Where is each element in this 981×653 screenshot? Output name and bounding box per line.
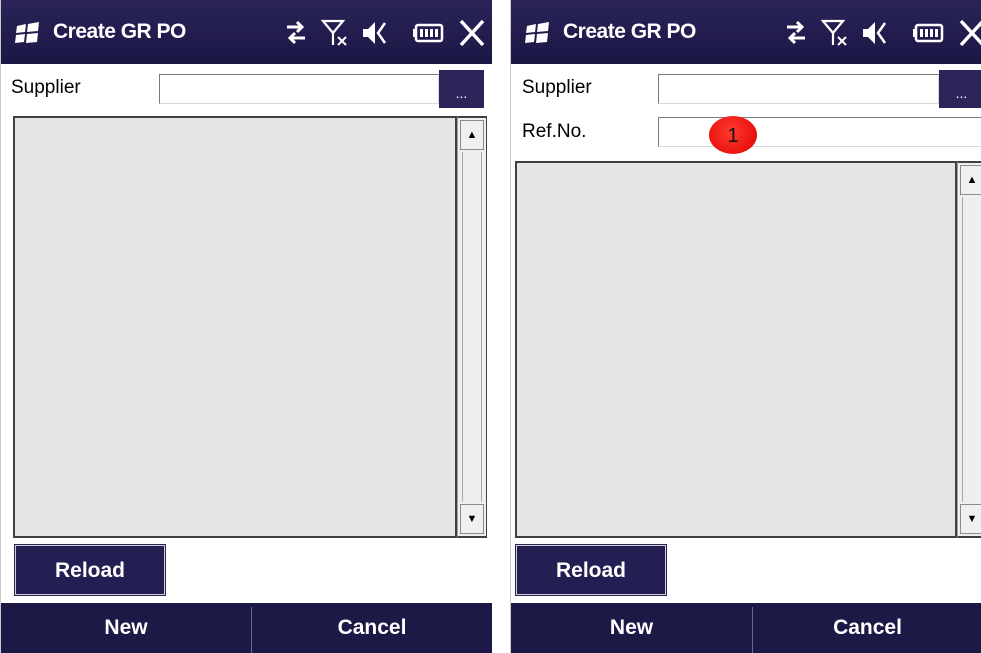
list-scrollbar[interactable]: ▲ ▼ [457, 116, 487, 538]
scroll-track[interactable] [962, 197, 981, 502]
close-icon[interactable] [457, 18, 487, 48]
close-icon[interactable] [957, 18, 981, 48]
left-device-screen: Create GR PO Supplier ... ▲ ▼ Reload New… [0, 0, 492, 653]
supplier-browse-button[interactable]: ... [939, 70, 981, 108]
right-device-screen: Create GR PO Supplier ... Ref.No. ▲ ▼ Re… [510, 0, 981, 653]
scroll-up-arrow-icon[interactable]: ▲ [460, 120, 484, 150]
title-bar: Create GR PO [1, 0, 492, 64]
sync-arrows-icon [787, 20, 805, 45]
supplier-input[interactable] [159, 74, 439, 104]
new-softkey[interactable]: New [1, 603, 251, 653]
softkey-bar: New Cancel [511, 603, 981, 653]
new-softkey[interactable]: New [511, 603, 752, 653]
results-list[interactable] [13, 116, 457, 538]
scroll-down-arrow-icon[interactable]: ▼ [960, 504, 981, 534]
cancel-softkey[interactable]: Cancel [252, 603, 492, 653]
speaker-muted-icon [863, 22, 887, 44]
ref-no-label: Ref.No. [522, 121, 587, 142]
speaker-muted-icon [363, 22, 387, 44]
results-list[interactable] [515, 161, 957, 538]
title-bar: Create GR PO [511, 0, 981, 64]
battery-icon [913, 23, 944, 43]
scroll-down-arrow-icon[interactable]: ▼ [460, 504, 484, 534]
no-signal-icon [821, 19, 847, 46]
scroll-track[interactable] [462, 152, 482, 502]
battery-icon [413, 23, 444, 43]
supplier-input[interactable] [658, 74, 939, 104]
cancel-softkey[interactable]: Cancel [753, 603, 981, 653]
annotation-marker: 1 [709, 116, 757, 154]
status-icons [783, 18, 981, 48]
list-scrollbar[interactable]: ▲ ▼ [957, 161, 981, 538]
no-signal-icon [321, 19, 347, 46]
windows-logo-icon[interactable] [15, 22, 41, 44]
window-title: Create GR PO [53, 20, 186, 43]
supplier-label: Supplier [11, 77, 81, 98]
softkey-bar: New Cancel [1, 603, 492, 653]
windows-logo-icon[interactable] [525, 22, 551, 44]
supplier-browse-button[interactable]: ... [439, 70, 484, 108]
scroll-up-arrow-icon[interactable]: ▲ [960, 165, 981, 195]
window-title: Create GR PO [563, 20, 696, 43]
reload-button[interactable]: Reload [15, 545, 165, 595]
sync-arrows-icon [287, 20, 305, 45]
reload-button[interactable]: Reload [516, 545, 666, 595]
status-icons [283, 18, 489, 48]
supplier-label: Supplier [522, 77, 592, 98]
ref-no-input[interactable] [658, 117, 981, 147]
